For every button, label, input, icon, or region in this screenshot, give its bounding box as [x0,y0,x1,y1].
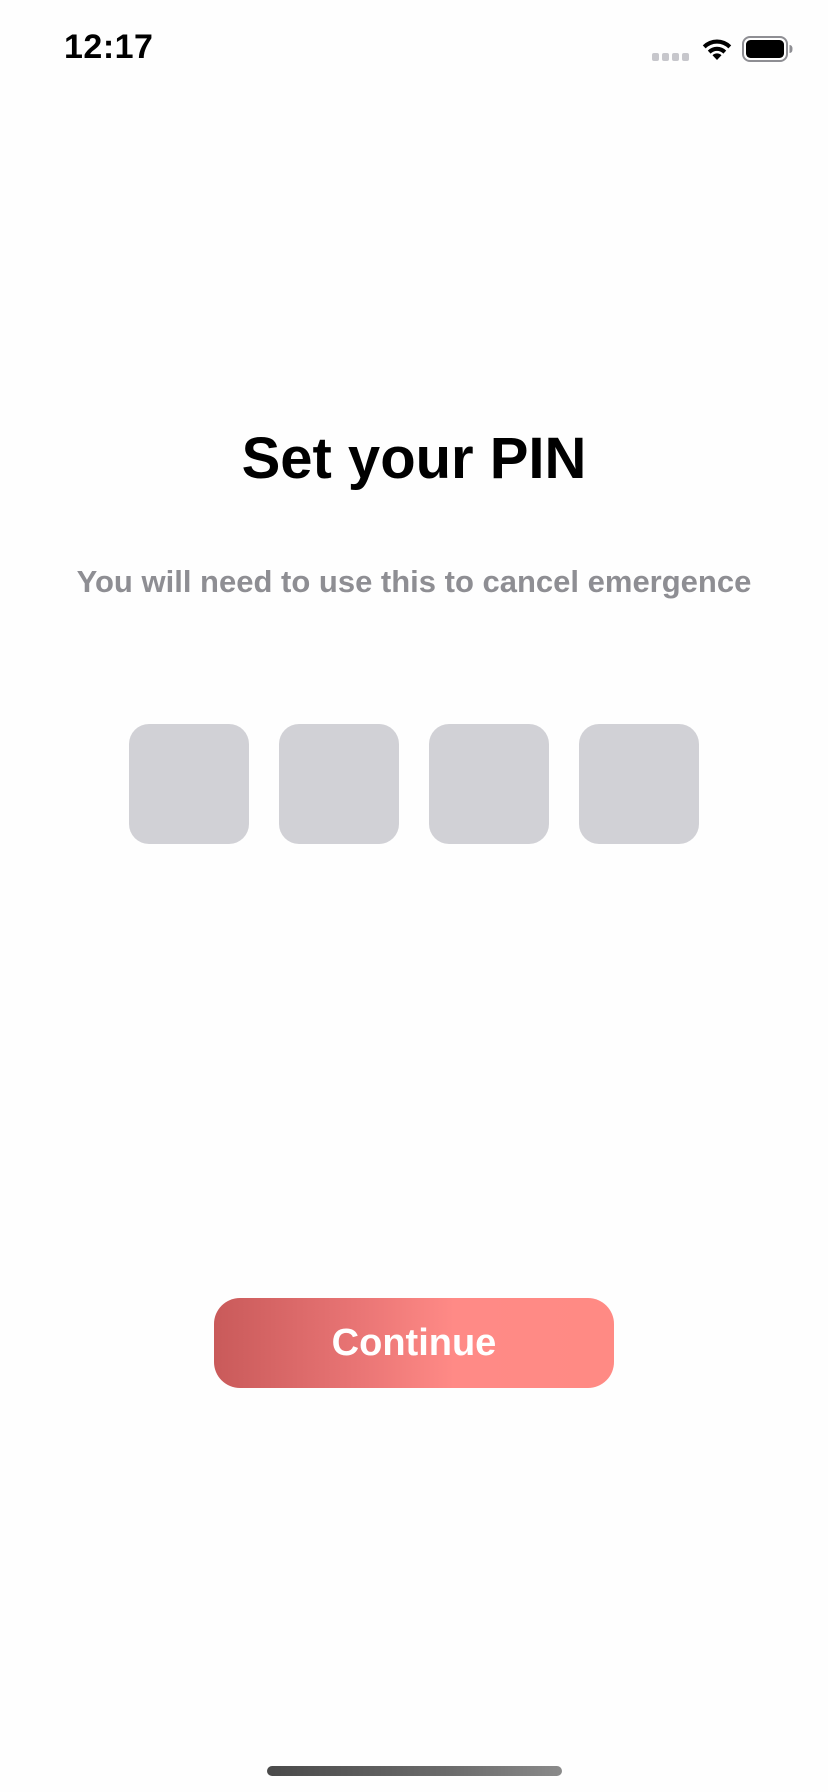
home-indicator[interactable] [267,1766,562,1776]
pin-digit-box-2[interactable] [279,724,399,844]
continue-button-label: Continue [331,1321,497,1364]
wifi-icon [702,39,732,60]
status-bar: 12:17 [0,0,828,100]
signal-icon [652,53,689,61]
pin-input[interactable] [129,724,699,844]
continue-button[interactable]: Continue [214,1298,614,1388]
pin-setup-screen: 12:17 Set your PIN You will need to use … [0,0,828,1792]
page-title: Set your PIN [241,426,587,491]
pin-digit-box-1[interactable] [129,724,249,844]
page-subtitle: You will need to use this to cancel emer… [76,564,752,599]
battery-icon [742,36,793,62]
pin-digit-box-4[interactable] [579,724,699,844]
status-time: 12:17 [64,28,154,66]
pin-digit-box-3[interactable] [429,724,549,844]
